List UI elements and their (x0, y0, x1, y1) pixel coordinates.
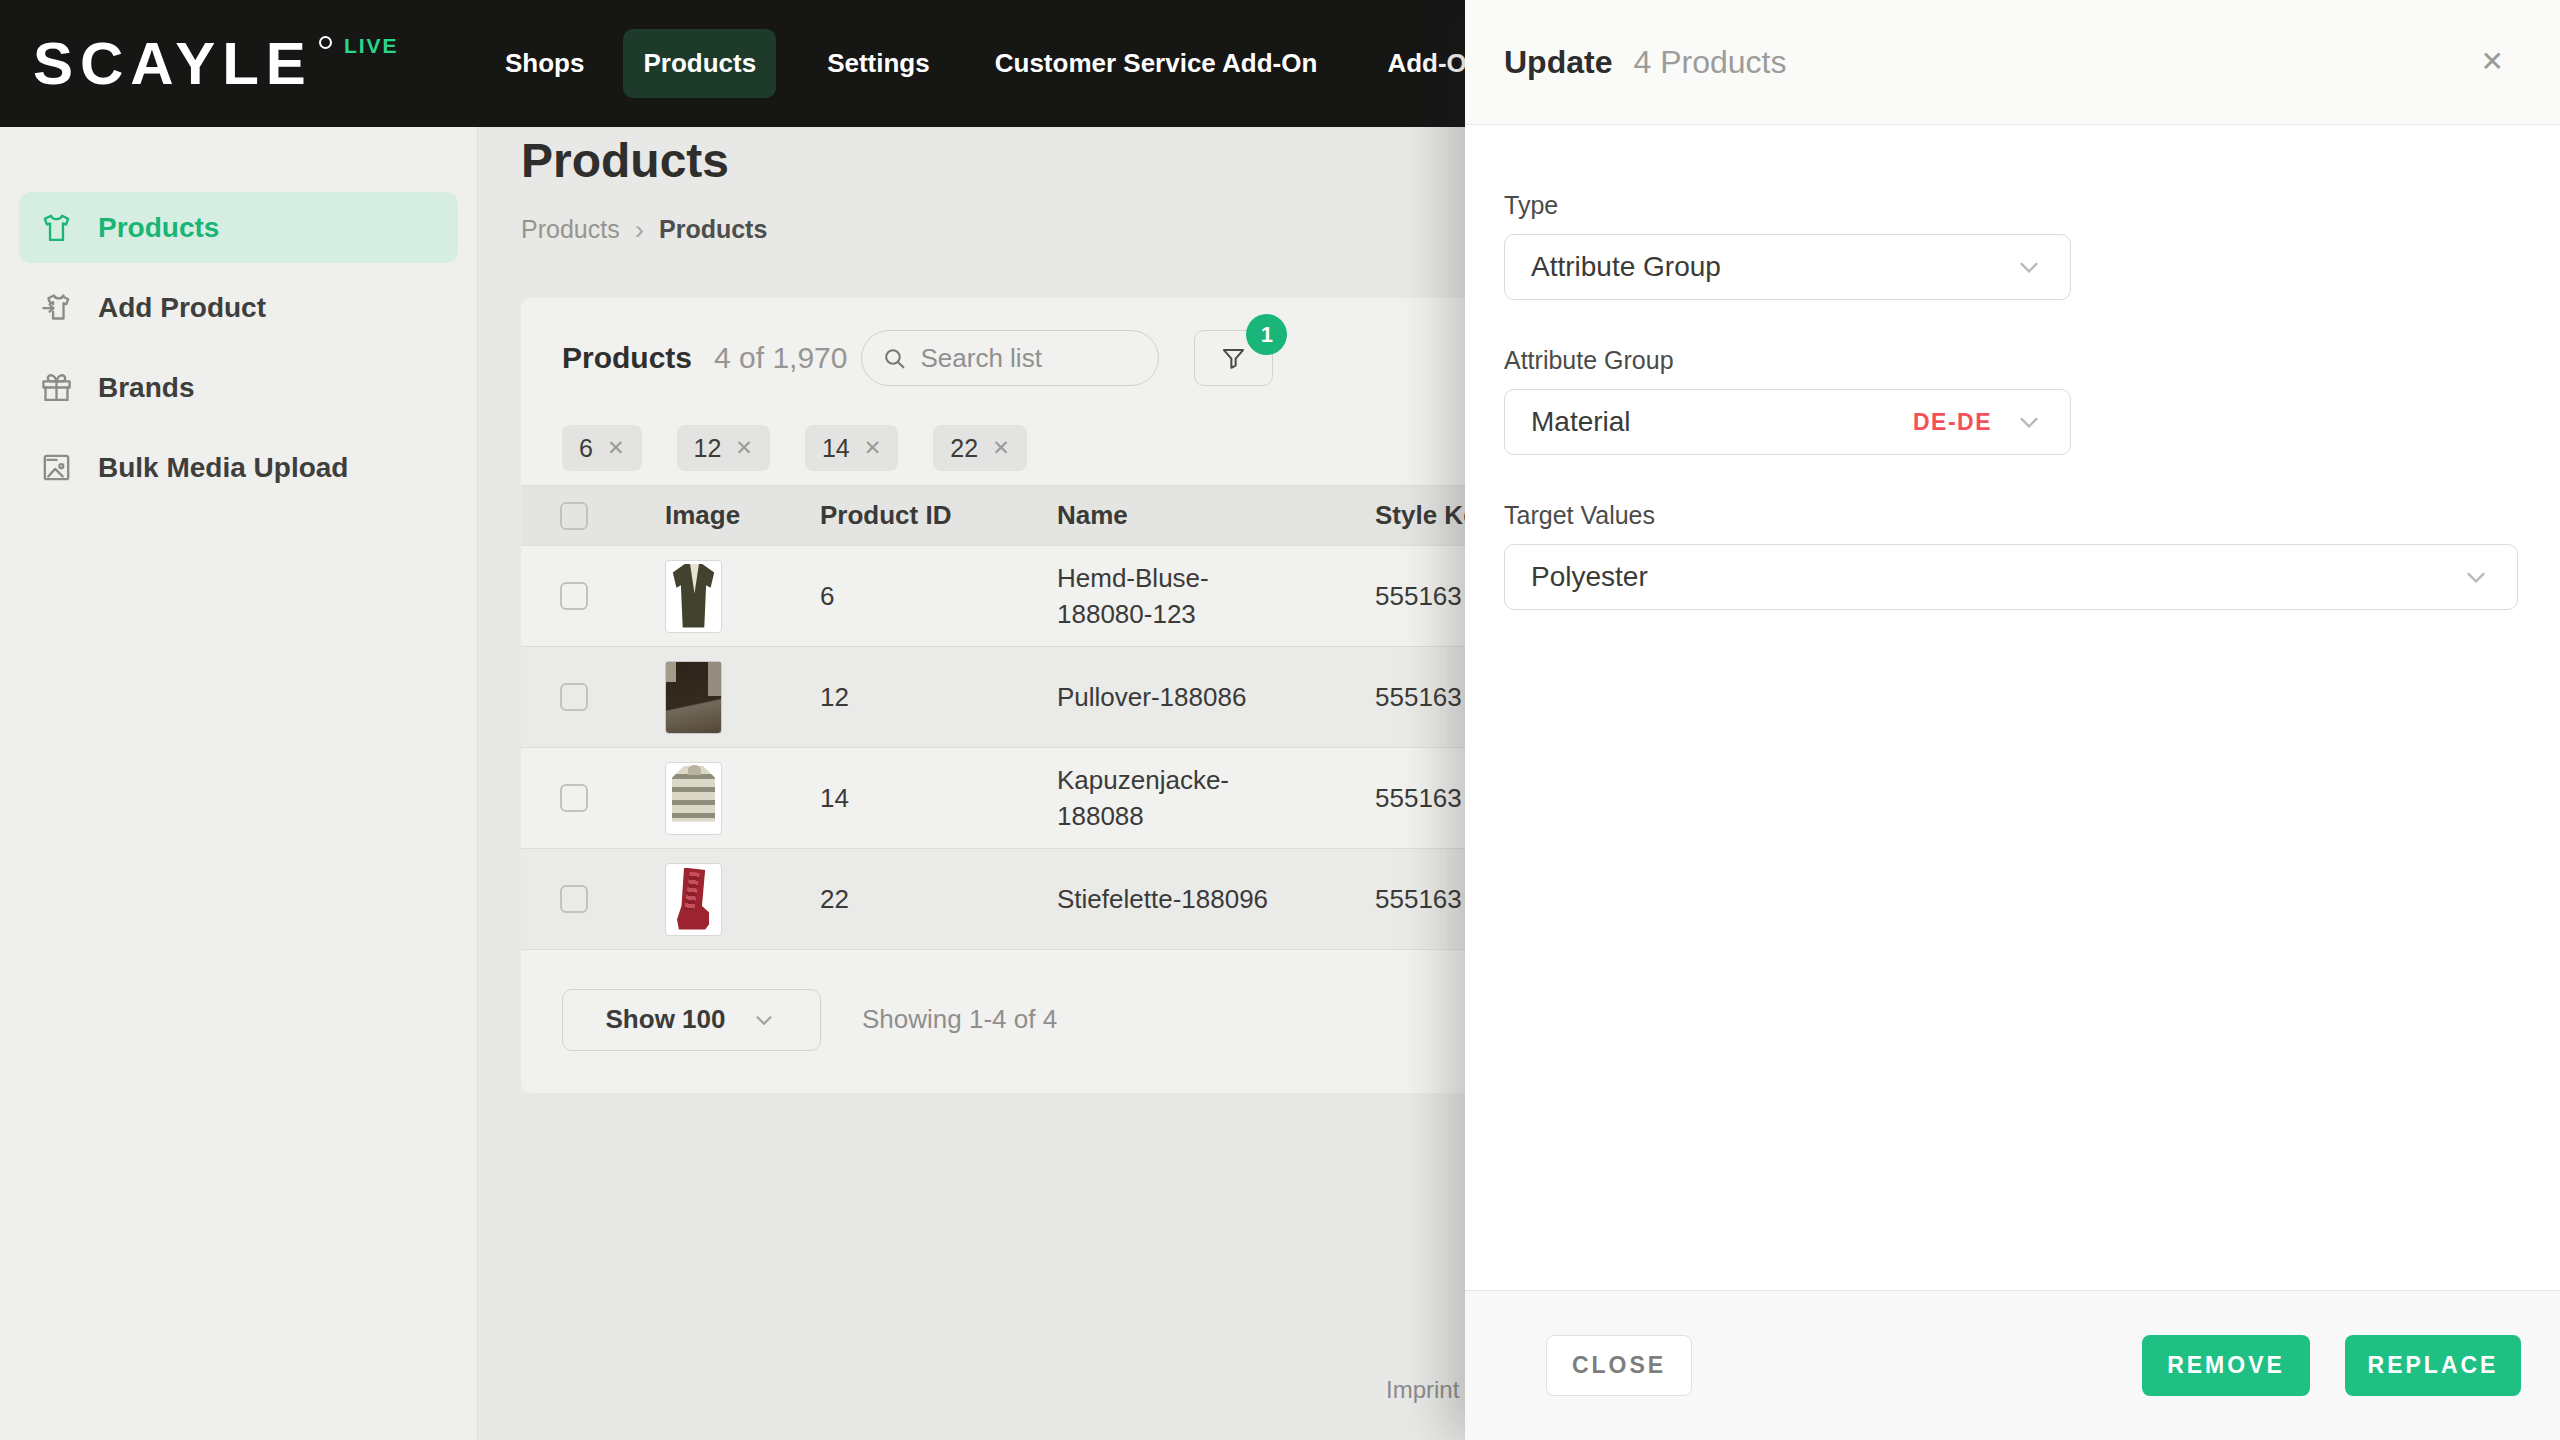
target-values-label: Target Values (1504, 501, 2518, 530)
nav-item-settings[interactable]: Settings (827, 48, 930, 79)
panel-body: Type Attribute Group Attribute Group Mat… (1465, 191, 2560, 610)
remove-chip-icon[interactable]: ✕ (607, 436, 625, 460)
tshirt-add-icon (40, 291, 73, 324)
target-values-select[interactable]: Polyester (1504, 544, 2518, 610)
search-placeholder: Search list (920, 343, 1041, 374)
type-label: Type (1504, 191, 2518, 220)
chevron-down-icon (2014, 407, 2044, 437)
logo-wordmark: SCAYLE (33, 34, 313, 94)
product-image (665, 661, 722, 734)
close-icon[interactable]: ✕ (2481, 48, 2504, 76)
filter-chip[interactable]: 6 ✕ (562, 425, 642, 471)
locale-badge: DE-DE (1913, 409, 1992, 436)
product-id-cell: 6 (820, 581, 1057, 612)
environment-badge: LIVE (344, 34, 399, 58)
filter-chip[interactable]: 22 ✕ (933, 425, 1026, 471)
product-name-cell: Hemd-Bluse-188080-123 (1057, 560, 1277, 632)
product-id-cell: 22 (820, 884, 1057, 915)
product-image (665, 762, 722, 835)
replace-button[interactable]: REPLACE (2345, 1335, 2521, 1396)
chevron-down-icon (751, 1007, 777, 1033)
row-checkbox[interactable] (560, 784, 588, 812)
search-input[interactable]: Search list (861, 330, 1159, 386)
remove-chip-icon[interactable]: ✕ (992, 436, 1010, 460)
nav-item-customer-service-add-on[interactable]: Customer Service Add-On (995, 48, 1318, 79)
row-checkbox[interactable] (560, 582, 588, 610)
sidebar: Products Add Product Brands Bulk Media U… (0, 127, 478, 1440)
image-icon (40, 451, 73, 484)
row-checkbox[interactable] (560, 885, 588, 913)
page-size-dropdown[interactable]: Show 100 (562, 989, 821, 1051)
close-button[interactable]: CLOSE (1546, 1335, 1692, 1396)
chevron-right-icon: › (635, 217, 644, 242)
select-all-checkbox[interactable] (560, 502, 588, 530)
sidebar-item-products[interactable]: Products (19, 192, 458, 263)
panel-subtitle: 4 Products (1633, 44, 1786, 81)
remove-button[interactable]: REMOVE (2142, 1335, 2310, 1396)
tshirt-icon (40, 211, 73, 244)
row-checkbox[interactable] (560, 683, 588, 711)
column-header-product-id: Product ID (820, 500, 1057, 531)
remove-chip-icon[interactable]: ✕ (735, 436, 753, 460)
filter-chip[interactable]: 14 ✕ (805, 425, 898, 471)
product-id-cell: 12 (820, 682, 1057, 713)
list-count: 4 of 1,970 (714, 341, 847, 375)
panel-footer: CLOSE REMOVE REPLACE (1465, 1290, 2560, 1440)
main-nav: Shops Products Settings Customer Service… (480, 0, 1497, 127)
chevron-down-icon (2014, 252, 2044, 282)
sidebar-item-brands[interactable]: Brands (19, 352, 458, 423)
filter-count-badge: 1 (1246, 314, 1287, 355)
column-header-name: Name (1057, 500, 1375, 531)
product-image (665, 863, 722, 936)
product-name-cell: Pullover-188086 (1057, 679, 1277, 715)
showing-range-label: Showing 1-4 of 4 (862, 1004, 1057, 1035)
logo-circle-icon (319, 36, 332, 49)
chevron-down-icon (2461, 562, 2491, 592)
filter-chip[interactable]: 12 ✕ (677, 425, 770, 471)
attribute-group-select[interactable]: Material DE-DE (1504, 389, 2071, 455)
scayle-logo[interactable]: SCAYLE LIVE (33, 34, 399, 94)
nav-item-products[interactable]: Products (623, 29, 776, 98)
product-id-cell: 14 (820, 783, 1057, 814)
product-name-cell: Kapuzenjacke-188088 (1057, 762, 1277, 834)
panel-title: Update (1504, 44, 1612, 81)
filter-button-wrap: 1 (1194, 330, 1273, 386)
imprint-link[interactable]: Imprint (1386, 1376, 1459, 1404)
sidebar-item-bulk-media-upload[interactable]: Bulk Media Upload (19, 432, 458, 503)
type-select[interactable]: Attribute Group (1504, 234, 2071, 300)
panel-header: Update 4 Products ✕ (1465, 0, 2560, 125)
list-title: Products (562, 341, 692, 375)
sidebar-item-label: Bulk Media Upload (98, 452, 348, 484)
sidebar-item-label: Brands (98, 372, 194, 404)
sidebar-item-add-product[interactable]: Add Product (19, 272, 458, 343)
nav-item-shops[interactable]: Shops (505, 48, 584, 79)
product-name-cell: Stiefelette-188096 (1057, 881, 1277, 917)
sidebar-item-label: Add Product (98, 292, 266, 324)
breadcrumb-root[interactable]: Products (521, 215, 620, 244)
remove-chip-icon[interactable]: ✕ (864, 436, 882, 460)
gift-icon (40, 371, 73, 404)
sidebar-item-label: Products (98, 212, 219, 244)
breadcrumb-current: Products (659, 215, 767, 244)
attribute-group-label: Attribute Group (1504, 346, 2518, 375)
update-products-panel: Update 4 Products ✕ Type Attribute Group… (1465, 0, 2560, 1440)
column-header-image: Image (665, 500, 820, 531)
product-image (665, 560, 722, 633)
